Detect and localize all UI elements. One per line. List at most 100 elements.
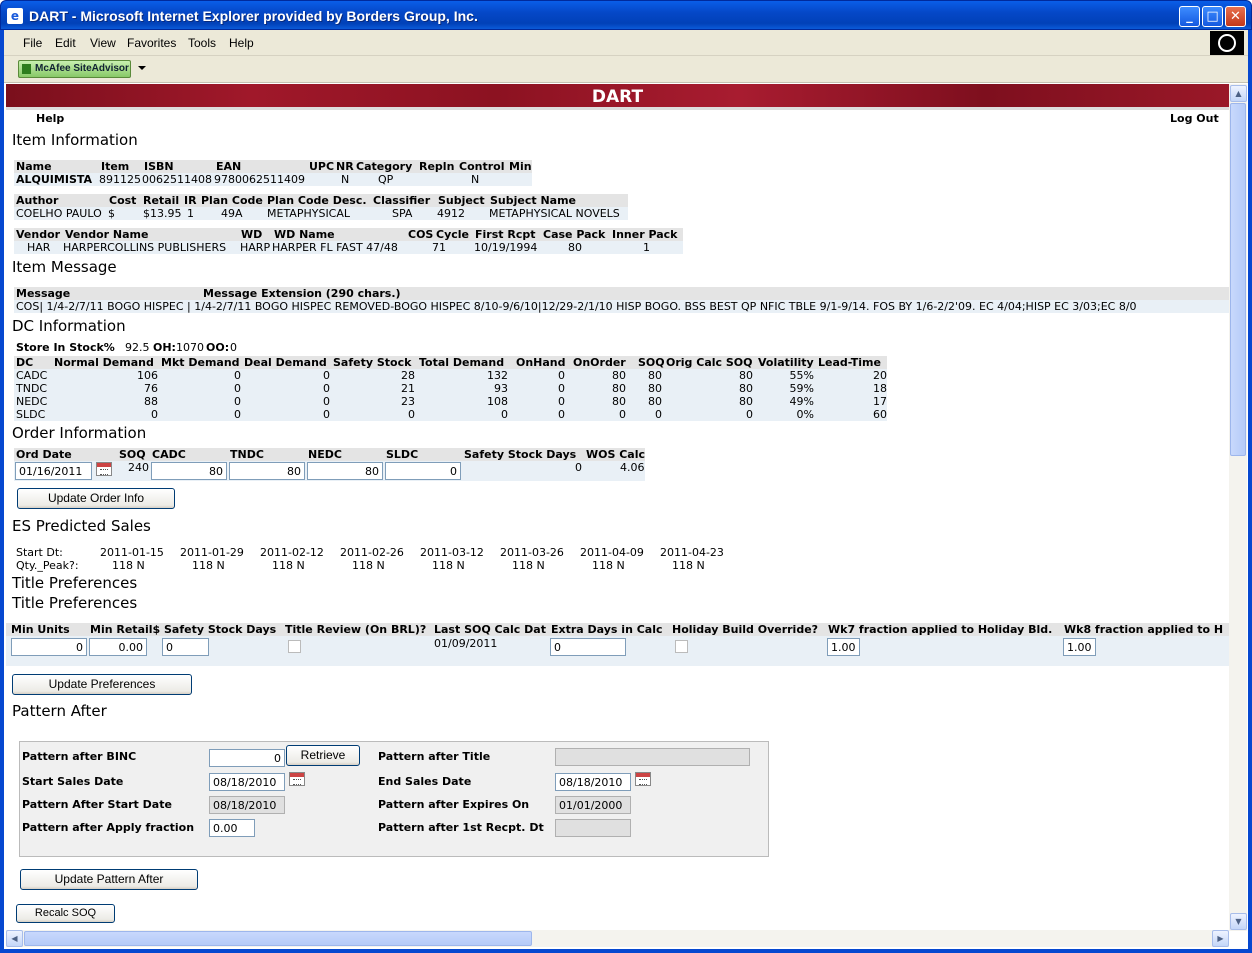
holiday-build-override-checkbox[interactable] [675,640,688,653]
dc-col-header: OnHand [516,356,566,369]
dc-table-cell: 20 [873,369,887,382]
menu-view[interactable]: View [90,36,116,50]
horizontal-scroll-thumb[interactable] [24,931,532,946]
pattern-binc-input[interactable]: 0 [209,749,285,767]
dc-table-cell: 80 [739,395,753,408]
section-item-information: Item Information [12,131,138,149]
ean-value: 9780062511409 [214,173,305,186]
category-value: QP [378,173,394,186]
pattern-start-date-input[interactable]: 08/18/2010 [209,796,285,814]
section-dc-information: DC Information [12,317,126,335]
scroll-left-icon[interactable]: ◀ [6,930,23,947]
end-sales-date-input[interactable]: 08/18/2010 [555,773,631,791]
start-sales-date-calendar-icon[interactable] [289,772,305,786]
cost-value: $ [108,207,115,220]
store-instock-label: Store In Stock% [16,341,115,354]
title-review-checkbox[interactable] [288,640,301,653]
dc-table-cell: 0 [234,408,241,421]
nr-value: N [341,173,350,186]
end-sales-date-calendar-icon[interactable] [635,772,651,786]
scroll-up-icon[interactable]: ▲ [1230,85,1247,102]
min-units-input[interactable]: 0 [11,638,87,656]
pattern-first-rcpt-label: Pattern after 1st Recpt. Dt [378,821,544,834]
siteadvisor-dropdown-icon[interactable] [138,66,146,70]
menu-tools[interactable]: Tools [188,36,216,50]
vertical-scroll-thumb[interactable] [1230,103,1246,456]
plan-code-desc-value: METAPHYSICAL [267,207,351,220]
dc-col-header: Normal Demand [54,356,154,369]
col-message: Message [16,287,71,300]
tndc-input[interactable]: 80 [229,462,305,480]
window-title: DART - Microsoft Internet Explorer provi… [29,8,478,24]
wk7-fraction-input[interactable]: 1.00 [827,638,860,656]
menu-bar: File Edit View Favorites Tools Help [4,30,1248,56]
item-name-value: ALQUIMISTA [16,173,93,186]
sldc-input[interactable]: 0 [385,462,461,480]
col-vendor-name: Vendor Name [65,228,149,241]
minimize-button[interactable]: _ [1179,6,1200,27]
close-button[interactable]: ✕ [1225,6,1246,27]
wk8-fraction-input[interactable]: 1.00 [1063,638,1096,656]
dc-table-cell: 21 [401,382,415,395]
col-cos: COS [408,228,434,241]
dc-col-header: SOQ [638,356,665,369]
pattern-expires-input[interactable]: 01/01/2000 [555,796,631,814]
window-frame-left [0,30,4,953]
col-last-soq-calc: Last SOQ Calc Dat [434,623,546,636]
pattern-fraction-input[interactable]: 0.00 [209,819,255,837]
recalc-soq-button[interactable]: Recalc SOQ [16,904,115,923]
es-start-date: 2011-04-09 [580,546,644,559]
dc-table-cell: 0 [558,382,565,395]
es-qty: 118 N [432,559,465,572]
dc-col-header: Orig Calc SOQ [666,356,753,369]
subject-name-value: METAPHYSICAL NOVELS [489,207,620,220]
wd-name-value: HARPER FL FAST 47/48 [272,241,398,254]
dc-col-header: Mkt Demand [161,356,240,369]
window-frame-bottom [0,949,1252,953]
menu-edit[interactable]: Edit [55,36,76,50]
scroll-down-icon[interactable]: ▼ [1230,913,1247,930]
maximize-button[interactable]: □ [1202,6,1223,27]
soq-value: 240 [128,461,149,474]
mcafee-siteadvisor-button[interactable]: McAfee SiteAdvisor [18,60,131,78]
dc-table-cell: 0 [558,408,565,421]
section-item-message: Item Message [12,258,117,276]
update-pattern-after-button[interactable]: Update Pattern After [20,869,198,890]
section-order-information: Order Information [12,424,147,442]
menu-favorites[interactable]: Favorites [127,36,176,50]
menu-help[interactable]: Help [229,36,254,50]
col-isbn: ISBN [144,160,174,173]
min-retail-input[interactable]: 0.00 [89,638,147,656]
app-banner: DART [6,84,1229,110]
window-frame-right [1248,30,1252,953]
ord-date-input[interactable]: 01/16/2011 [15,462,92,480]
menu-file[interactable]: File [23,36,42,50]
col-control: Control [459,160,505,173]
pattern-first-rcpt-input[interactable] [555,819,631,837]
ord-date-calendar-icon[interactable] [96,462,112,476]
retrieve-button[interactable]: Retrieve [286,745,360,766]
es-qty: 118 N [512,559,545,572]
safety-stock-days-input[interactable]: 0 [162,638,209,656]
update-preferences-button[interactable]: Update Preferences [12,674,192,695]
logout-link[interactable]: Log Out [1170,112,1219,125]
nedc-input[interactable]: 80 [307,462,383,480]
addon-toolbar: McAfee SiteAdvisor [4,56,1248,83]
pattern-title-input[interactable] [555,748,750,766]
col-case-pack: Case Pack [543,228,606,241]
update-order-info-button[interactable]: Update Order Info [17,488,175,509]
help-link[interactable]: Help [36,112,64,125]
cadc-input[interactable]: 80 [151,462,227,480]
dc-table-cell: CADC [16,369,48,382]
dc-table-cell: 28 [401,369,415,382]
start-sales-date-label: Start Sales Date [22,775,124,788]
end-sales-date-label: End Sales Date [378,775,472,788]
dc-table-cell: 23 [401,395,415,408]
es-qty: 118 N [192,559,225,572]
dc-table-cell: 18 [873,382,887,395]
start-sales-date-input[interactable]: 08/18/2010 [209,773,285,791]
scroll-right-icon[interactable]: ▶ [1212,930,1229,947]
extra-days-input[interactable]: 0 [550,638,626,656]
vendor-name-value: HARPERCOLLINS PUBLISHERS [63,241,227,254]
dc-table-cell: 0 [746,408,753,421]
